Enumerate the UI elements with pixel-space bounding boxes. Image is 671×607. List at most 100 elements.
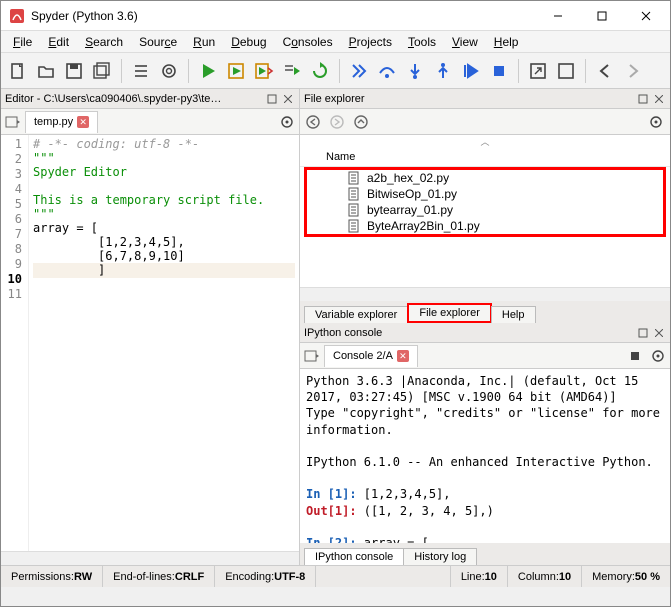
code-body[interactable]: # -*- coding: utf-8 -*-"""Spyder EditorT… [29, 135, 299, 551]
status-encoding: Encoding: UTF-8 [215, 566, 316, 587]
outline-icon[interactable] [128, 58, 154, 84]
back-icon[interactable] [592, 58, 618, 84]
debug-icon[interactable] [346, 58, 372, 84]
tab-list-icon[interactable] [5, 115, 21, 129]
menu-debug[interactable]: Debug [223, 33, 274, 51]
file-item[interactable]: BitwiseOp_01.py [307, 186, 663, 202]
main-toolbar [1, 53, 670, 89]
bottom-tabs-row: IPython console History log [300, 543, 670, 565]
file-icon [347, 171, 361, 185]
file-item[interactable]: a2b_hex_02.py [307, 170, 663, 186]
status-permissions: Permissions: RW [1, 566, 103, 587]
forward-icon[interactable] [620, 58, 646, 84]
file-explorer-list: a2b_hex_02.py BitwiseOp_01.py bytearray_01… [304, 167, 666, 237]
ipython-console-body[interactable]: Python 3.6.3 |Anaconda, Inc.| (default, … [300, 369, 670, 543]
tab-file-explorer[interactable]: File explorer [407, 303, 492, 323]
save-all-icon[interactable] [89, 58, 115, 84]
stop-kernel-icon[interactable] [628, 349, 642, 363]
close-button[interactable] [624, 2, 668, 30]
console-tab[interactable]: Console 2/A ✕ [324, 345, 418, 367]
editor-tab[interactable]: temp.py ✕ [25, 111, 98, 133]
save-icon[interactable] [61, 58, 87, 84]
pop-out-icon[interactable] [636, 92, 650, 106]
menu-view[interactable]: View [444, 33, 486, 51]
menu-file[interactable]: File [5, 33, 40, 51]
file-name: ByteArray2Bin_01.py [367, 219, 480, 233]
close-pane-icon[interactable] [652, 92, 666, 106]
pop-out-icon[interactable] [636, 326, 650, 340]
file-icon [347, 219, 361, 233]
file-item[interactable]: bytearray_01.py [307, 202, 663, 218]
file-name: a2b_hex_02.py [367, 171, 449, 185]
open-file-icon[interactable] [33, 58, 59, 84]
editor-tab-row: temp.py ✕ [1, 109, 299, 135]
menu-edit[interactable]: Edit [40, 33, 77, 51]
tab-history-log[interactable]: History log [403, 548, 477, 565]
file-explorer-nav [300, 109, 670, 135]
ipython-pane-title: IPython console [300, 323, 670, 343]
ipython-tab-row: Console 2/A ✕ [300, 343, 670, 369]
nav-back-icon[interactable] [306, 115, 320, 129]
step-into-icon[interactable] [402, 58, 428, 84]
status-line: Line: 10 [451, 566, 508, 587]
nav-up-icon[interactable] [354, 115, 368, 129]
tab-help[interactable]: Help [491, 306, 536, 323]
continue-icon[interactable] [458, 58, 484, 84]
status-bar: Permissions: RW End-of-lines: CRLF Encod… [1, 565, 670, 587]
editor-hscroll[interactable] [1, 551, 299, 565]
menu-search[interactable]: Search [77, 33, 131, 51]
new-file-icon[interactable] [5, 58, 31, 84]
menu-source[interactable]: Source [131, 33, 185, 51]
line-gutter: 1234567891011 [1, 135, 29, 551]
file-explorer-hscroll[interactable] [300, 287, 670, 301]
file-name: bytearray_01.py [367, 203, 453, 217]
tab-close-icon[interactable]: ✕ [77, 116, 89, 128]
window-titlebar: Spyder (Python 3.6) [1, 1, 670, 31]
menu-consoles[interactable]: Consoles [275, 33, 341, 51]
gear-icon[interactable] [648, 114, 664, 130]
run-cell-advance-icon[interactable] [251, 58, 277, 84]
stop-debug-icon[interactable] [486, 58, 512, 84]
status-memory: Memory: 50 % [582, 566, 670, 587]
run-icon[interactable] [195, 58, 221, 84]
menu-tools[interactable]: Tools [400, 33, 444, 51]
window-title: Spyder (Python 3.6) [31, 9, 536, 23]
console-tab-label: Console 2/A [333, 350, 393, 362]
pop-out-icon[interactable] [265, 92, 279, 106]
tab-ipython-console[interactable]: IPython console [304, 548, 404, 565]
step-out-icon[interactable] [430, 58, 456, 84]
tab-variable-explorer[interactable]: Variable explorer [304, 306, 408, 323]
tab-list-icon[interactable] [304, 349, 320, 363]
file-icon [347, 187, 361, 201]
status-column: Column: 10 [508, 566, 582, 587]
rerun-icon[interactable] [307, 58, 333, 84]
maximize-pane-icon[interactable] [525, 58, 551, 84]
file-name: BitwiseOp_01.py [367, 187, 457, 201]
file-explorer-header[interactable]: Name [300, 148, 670, 167]
editor-pane-title: Editor - C:\Users\ca090406\.spyder-py3\t… [1, 89, 299, 109]
gear-icon[interactable] [279, 114, 295, 130]
menu-projects[interactable]: Projects [341, 33, 400, 51]
run-selection-icon[interactable] [279, 58, 305, 84]
file-item[interactable]: ByteArray2Bin_01.py [307, 218, 663, 234]
minimize-button[interactable] [536, 2, 580, 30]
fullscreen-icon[interactable] [553, 58, 579, 84]
menu-bar: File Edit Search Source Run Debug Consol… [1, 31, 670, 53]
at-icon[interactable] [156, 58, 182, 84]
code-editor[interactable]: 1234567891011 # -*- coding: utf-8 -*-"""… [1, 135, 299, 551]
nav-forward-icon[interactable] [330, 115, 344, 129]
file-icon [347, 203, 361, 217]
menu-run[interactable]: Run [185, 33, 223, 51]
menu-help[interactable]: Help [486, 33, 527, 51]
run-cell-icon[interactable] [223, 58, 249, 84]
close-pane-icon[interactable] [652, 326, 666, 340]
step-over-icon[interactable] [374, 58, 400, 84]
maximize-button[interactable] [580, 2, 624, 30]
gear-icon[interactable] [650, 348, 666, 364]
close-pane-icon[interactable] [281, 92, 295, 106]
editor-tab-label: temp.py [34, 116, 73, 128]
editor-title-text: Editor - C:\Users\ca090406\.spyder-py3\t… [5, 93, 263, 105]
status-eol: End-of-lines: CRLF [103, 566, 215, 587]
tab-close-icon[interactable]: ✕ [397, 350, 409, 362]
spyder-logo-icon [9, 8, 25, 24]
